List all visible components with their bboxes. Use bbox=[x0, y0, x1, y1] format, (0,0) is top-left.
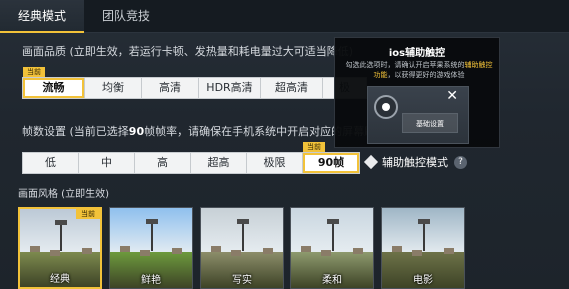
popup-preview-image: ✕ 基础设置 bbox=[367, 86, 469, 144]
style-card-label: 柔和 bbox=[322, 275, 342, 286]
assistive-touch-label: 辅助触控模式 bbox=[382, 156, 448, 169]
assistive-touch-popup: ios辅助触控 勾选此选项时，请确认开启苹果系统的辅助触控功能，以获得更好的游戏… bbox=[334, 37, 500, 148]
house-icon bbox=[263, 248, 273, 254]
tower-icon bbox=[327, 219, 339, 252]
style-label: 画面风格 (立即生效) bbox=[18, 189, 109, 200]
settings-screen: 经典模式 团队竞技 画面品质 (立即生效，若运行卡顿、发热量和耗电量过大可适当降… bbox=[0, 0, 569, 289]
tab-classic-mode[interactable]: 经典模式 bbox=[0, 0, 84, 33]
current-tag: 当前 bbox=[23, 67, 45, 77]
fps-label-prefix: 帧数设置 (当前已选择 bbox=[22, 125, 129, 138]
quality-segmented-control: 当前 流畅 均衡 高清 HDR高清 超高清 极 bbox=[22, 67, 367, 99]
tower-icon bbox=[146, 219, 158, 252]
current-tag: 当前 bbox=[76, 209, 100, 219]
style-card-label: 写实 bbox=[232, 275, 252, 286]
house-icon bbox=[120, 246, 130, 253]
style-card-vivid[interactable]: 鲜艳 bbox=[109, 207, 193, 289]
fps-label: 帧数设置 (当前已选择90帧帧率，请确保在手机系统中开启对应的屏幕刷 bbox=[22, 123, 375, 139]
fps-option-label: 90帧 bbox=[317, 156, 345, 169]
house-icon bbox=[301, 246, 311, 253]
style-card-cinematic[interactable]: 电影 bbox=[381, 207, 465, 289]
fps-option-ultra[interactable]: 超高 bbox=[191, 153, 247, 173]
house-icon bbox=[50, 249, 60, 256]
style-card-classic[interactable]: 当前经典 bbox=[18, 207, 102, 289]
house-icon bbox=[140, 249, 150, 256]
tower-icon bbox=[237, 219, 249, 252]
house-icon bbox=[321, 249, 331, 256]
fps-label-value: 90 bbox=[128, 125, 145, 138]
fps-segmented-control: 低 中 高 超高 极限 当前 90帧 bbox=[22, 142, 360, 174]
help-icon[interactable]: ? bbox=[454, 155, 467, 169]
fps-option-medium[interactable]: 中 bbox=[79, 153, 135, 173]
house-icon bbox=[30, 246, 40, 253]
tab-team-deathmatch[interactable]: 团队竞技 bbox=[84, 0, 168, 33]
quality-option-uhd[interactable]: 超高清 bbox=[261, 78, 323, 98]
assistive-touch-icon bbox=[374, 95, 398, 119]
close-icon: ✕ bbox=[446, 88, 458, 104]
quality-label: 画面品质 (立即生效，若运行卡顿、发热量和耗电量过大可适当降低) bbox=[22, 45, 354, 58]
assistive-touch-toggle[interactable]: 辅助触控模式 ? bbox=[363, 153, 467, 171]
fps-option-high[interactable]: 高 bbox=[135, 153, 191, 173]
fps-option-90[interactable]: 当前 90帧 bbox=[303, 142, 359, 173]
style-card-realistic[interactable]: 写实 bbox=[200, 207, 284, 289]
assistive-touch-dot bbox=[382, 103, 390, 111]
house-icon bbox=[211, 246, 221, 253]
quality-option-smooth[interactable]: 当前 流畅 bbox=[23, 67, 85, 98]
style-card-soft[interactable]: 柔和 bbox=[290, 207, 374, 289]
tower-icon bbox=[55, 219, 67, 252]
house-icon bbox=[412, 249, 422, 256]
house-icon bbox=[392, 246, 402, 253]
house-icon bbox=[353, 248, 363, 254]
house-icon bbox=[231, 249, 241, 256]
house-icon bbox=[172, 248, 182, 254]
current-tag: 当前 bbox=[303, 142, 325, 152]
popup-desc-after: ，以获得更好的游戏体验 bbox=[387, 71, 465, 79]
house-icon bbox=[444, 248, 454, 254]
mode-tabs: 经典模式 团队竞技 bbox=[0, 0, 569, 33]
fps-option-low[interactable]: 低 bbox=[23, 153, 79, 173]
house-icon bbox=[82, 248, 92, 254]
quality-option-label: 流畅 bbox=[42, 81, 65, 94]
quality-option-hdr[interactable]: HDR高清 bbox=[199, 78, 261, 98]
style-card-label: 鲜艳 bbox=[141, 275, 161, 286]
style-card-label: 经典 bbox=[50, 274, 70, 285]
popup-title: ios辅助触控 bbox=[388, 48, 446, 59]
popup-description: 勾选此选项时，请确认开启苹果系统的辅助触控功能，以获得更好的游戏体验 bbox=[343, 60, 495, 80]
style-card-label: 电影 bbox=[413, 275, 433, 286]
popup-desc-before: 勾选此选项时，请确认开启苹果系统的 bbox=[345, 61, 465, 69]
quality-option-hd[interactable]: 高清 bbox=[142, 78, 199, 98]
preview-basic-settings-button: 基础设置 bbox=[402, 113, 458, 133]
diamond-icon bbox=[363, 154, 379, 170]
quality-option-balanced[interactable]: 均衡 bbox=[85, 78, 142, 98]
fps-option-extreme[interactable]: 极限 bbox=[247, 153, 303, 173]
tower-icon bbox=[418, 219, 430, 252]
